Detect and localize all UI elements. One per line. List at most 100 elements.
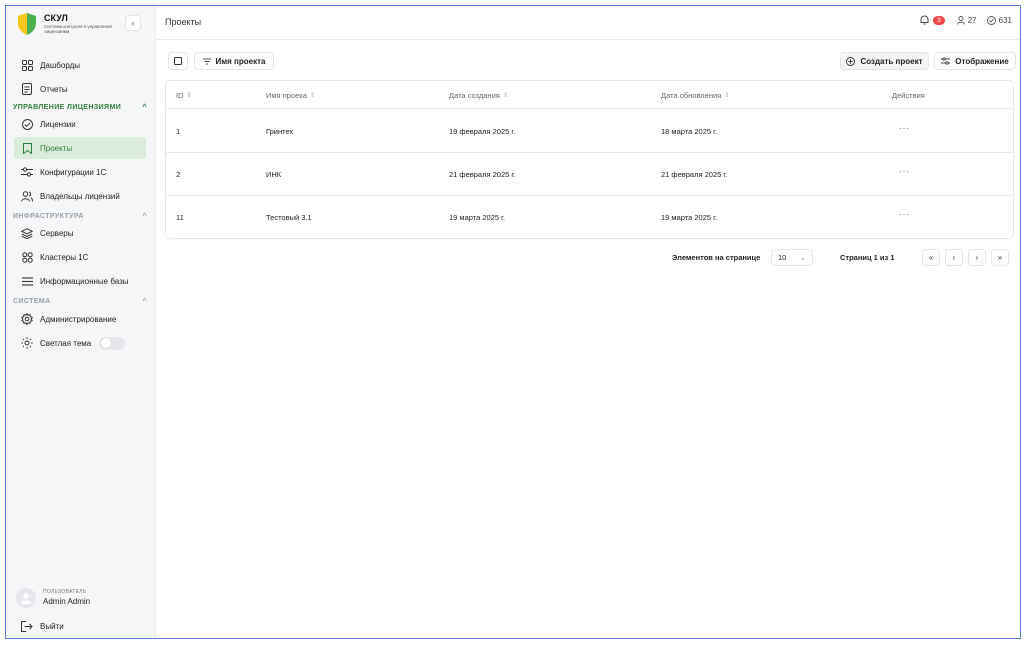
sidebar-item-label: Серверы <box>40 228 74 238</box>
create-project-label: Создать проект <box>860 56 923 66</box>
table-row[interactable]: 11 Тестовый 3.1 19 марта 2025 г. 19 март… <box>166 196 1013 238</box>
notifications-button[interactable]: 3 <box>920 15 945 25</box>
bookmark-icon <box>14 142 40 154</box>
table-row[interactable]: 2 ИНК 21 февраля 2025 г. 21 февраля 2025… <box>166 153 1013 196</box>
sidebar-item-licenses[interactable]: Лицензии <box>14 113 146 135</box>
column-header-name[interactable]: Имя проека ⇕ <box>266 91 315 100</box>
user-profile[interactable]: ПОЛЬЗОВАТЕЛЬ Admin Admin <box>16 586 146 610</box>
chevron-down-icon: ⌄ <box>800 254 806 262</box>
column-label: Дата создания <box>449 91 500 100</box>
collapse-sidebar-button[interactable]: ‹ <box>125 15 141 31</box>
sidebar-item-dashboards[interactable]: Дашборды <box>14 54 146 76</box>
section-infrastructure[interactable]: ИНФРАСТРУКТУРА ^ <box>13 211 147 221</box>
column-header-id[interactable]: ID ⇕ <box>176 91 192 100</box>
sidebar-item-light-theme: Светлая тема <box>14 332 146 354</box>
main-content: Проекты 3 27 631 Имя проекта Создать про… <box>156 6 1020 638</box>
cell-created: 19 марта 2025 г. <box>449 213 506 222</box>
select-all-checkbox[interactable] <box>168 52 188 70</box>
cell-updated: 21 февраля 2025 г. <box>661 170 728 179</box>
sidebar-item-projects[interactable]: Проекты <box>14 137 146 159</box>
sidebar: СКУЛ Система контроля и управления лицен… <box>6 6 156 638</box>
brand-title: СКУЛ <box>44 13 68 23</box>
sort-icon: ⇕ <box>724 93 730 99</box>
logout-button[interactable]: Выйти <box>14 615 146 637</box>
dashboard-icon <box>14 59 40 71</box>
projects-table: ID ⇕ Имя проека ⇕ Дата создания ⇕ Дата обно… <box>165 80 1014 239</box>
sidebar-item-label: Владельцы лицензий <box>40 191 120 201</box>
last-page-button[interactable]: » <box>991 249 1009 266</box>
chevron-up-icon: ^ <box>142 212 147 220</box>
sidebar-item-label: Кластеры 1С <box>40 252 89 262</box>
row-actions-button[interactable]: ··· <box>899 166 910 176</box>
per-page-label: Элементов на странице <box>672 253 761 262</box>
view-options-label: Отображение <box>955 56 1009 66</box>
sort-icon: ⇕ <box>309 93 315 99</box>
app-window: СКУЛ Система контроля и управления лицен… <box>5 5 1021 639</box>
chevron-left-icon: ‹ <box>131 18 135 28</box>
cell-updated: 18 марта 2025 г. <box>661 127 718 136</box>
filter-label: Имя проекта <box>215 56 266 66</box>
sidebar-item-infobases[interactable]: Информационные базы <box>14 270 146 292</box>
column-header-actions: Действия <box>892 91 925 100</box>
logout-label: Выйти <box>40 621 64 631</box>
sidebar-item-clusters[interactable]: Кластеры 1С <box>14 246 146 268</box>
sidebar-item-label: Проекты <box>40 143 73 153</box>
cell-created: 19 февраля 2025 г. <box>449 127 516 136</box>
column-label: ID <box>176 91 184 100</box>
users-count: 27 <box>967 15 977 25</box>
user-role: ПОЛЬЗОВАТЕЛЬ <box>43 589 87 595</box>
first-page-button[interactable]: « <box>922 249 940 266</box>
table-row[interactable]: 1 Гринтех 19 февраля 2025 г. 18 марта 20… <box>166 110 1013 153</box>
sidebar-item-label: Администрирование <box>40 314 117 324</box>
users-stat: 27 <box>956 15 977 25</box>
users-icon <box>14 190 40 202</box>
licenses-count: 631 <box>998 15 1012 25</box>
chevron-right-icon: › <box>975 253 979 262</box>
cell-updated: 19 марта 2025 г. <box>661 213 718 222</box>
sidebar-item-label: Дашборды <box>40 60 80 70</box>
filter-project-name-button[interactable]: Имя проекта <box>194 52 274 70</box>
create-project-button[interactable]: Создать проект <box>840 52 929 70</box>
bell-icon <box>920 15 929 25</box>
sidebar-item-configurations[interactable]: Конфигурации 1С <box>14 161 146 183</box>
column-header-updated[interactable]: Дата обновления ⇕ <box>661 91 729 100</box>
sidebar-item-label: Информационные базы <box>40 276 129 286</box>
view-options-button[interactable]: Отображение <box>934 52 1016 70</box>
sidebar-item-servers[interactable]: Серверы <box>14 222 146 244</box>
sun-icon <box>14 337 40 349</box>
table-header: ID ⇕ Имя проека ⇕ Дата создания ⇕ Дата обно… <box>166 81 1013 109</box>
section-title: УПРАВЛЕНИЕ ЛИЦЕНЗИЯМИ <box>13 103 122 111</box>
row-actions-button[interactable]: ··· <box>899 123 910 133</box>
per-page-select[interactable]: 10 ⌄ <box>771 249 813 266</box>
sidebar-item-reports[interactable]: Отчеты <box>14 78 146 100</box>
sidebar-item-label: Конфигурации 1С <box>40 167 107 177</box>
next-page-button[interactable]: › <box>968 249 986 266</box>
prev-page-button[interactable]: ‹ <box>945 249 963 266</box>
filter-icon <box>202 58 211 64</box>
list-icon <box>14 276 40 286</box>
cell-id: 2 <box>176 170 181 179</box>
sidebar-item-label: Отчеты <box>40 84 68 94</box>
column-header-created[interactable]: Дата создания ⇕ <box>449 91 508 100</box>
double-chevron-right-icon: » <box>997 253 1003 262</box>
gear-icon <box>14 313 40 325</box>
row-actions-button[interactable]: ··· <box>899 209 910 219</box>
layers-icon <box>14 227 40 239</box>
sidebar-item-administration[interactable]: Администрирование <box>14 308 146 330</box>
chevron-left-icon: ‹ <box>952 253 956 262</box>
plus-circle-icon <box>846 56 856 66</box>
cell-name: Гринтех <box>266 127 294 136</box>
section-title: ИНФРАСТРУКТУРА <box>13 212 84 220</box>
shield-logo-icon <box>18 13 36 35</box>
sidebar-item-label: Светлая тема <box>40 338 92 348</box>
report-icon <box>14 83 40 95</box>
cell-id: 1 <box>176 127 181 136</box>
cell-name: ИНК <box>266 170 282 179</box>
checkbox-icon <box>174 57 182 65</box>
theme-toggle[interactable] <box>99 336 126 350</box>
section-license-management[interactable]: УПРАВЛЕНИЕ ЛИЦЕНЗИЯМИ ^ <box>13 102 147 112</box>
section-system[interactable]: СИСТЕМА ^ <box>13 296 147 306</box>
sidebar-item-license-owners[interactable]: Владельцы лицензий <box>14 185 146 207</box>
per-page-value: 10 <box>778 253 787 262</box>
user-icon <box>956 15 965 25</box>
